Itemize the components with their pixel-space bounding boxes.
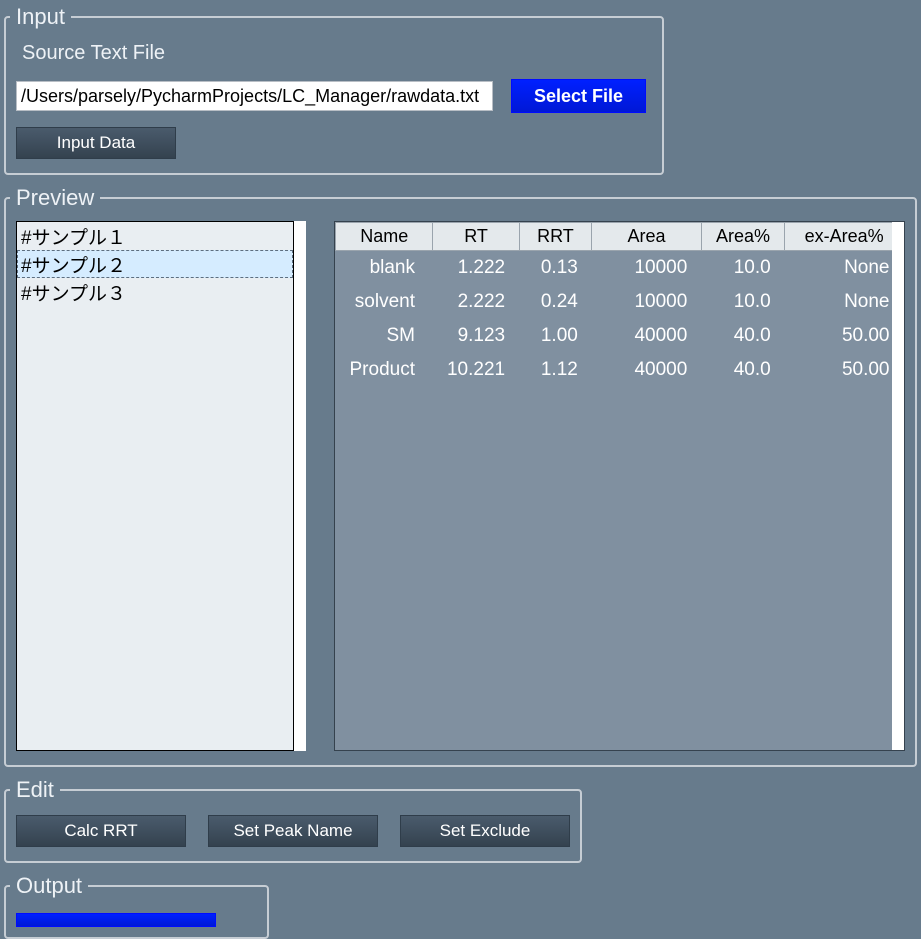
cell: 9.123 — [433, 319, 519, 353]
data-grid[interactable]: NameRTRRTAreaArea%ex-Area% blank1.2220.1… — [334, 221, 905, 751]
cell: 0.24 — [519, 285, 592, 319]
edit-group: Edit Calc RRT Set Peak Name Set Exclude — [4, 777, 582, 863]
cell: 10000 — [592, 285, 701, 319]
cell: 40.0 — [701, 319, 784, 353]
column-header[interactable]: RRT — [519, 223, 592, 251]
list-item[interactable]: #サンプル１ — [17, 222, 293, 250]
cell: 1.12 — [519, 353, 592, 387]
cell: 10.0 — [701, 285, 784, 319]
output-legend: Output — [10, 873, 88, 899]
listbox-scrollbar[interactable] — [294, 221, 306, 751]
list-item[interactable]: #サンプル２ — [17, 250, 293, 278]
source-file-path-input[interactable] — [16, 81, 493, 111]
input-data-button[interactable]: Input Data — [16, 127, 176, 159]
cell: SM — [336, 319, 433, 353]
input-legend: Input — [10, 4, 71, 30]
cell: None — [785, 251, 904, 286]
cell: 40.0 — [701, 353, 784, 387]
preview-legend: Preview — [10, 185, 100, 211]
edit-legend: Edit — [10, 777, 60, 803]
column-header[interactable]: RT — [433, 223, 519, 251]
preview-group: Preview #サンプル１#サンプル２#サンプル３ NameRTRRTArea… — [4, 185, 917, 767]
source-file-label: Source Text File — [22, 42, 652, 65]
column-header[interactable]: Area — [592, 223, 701, 251]
cell: 40000 — [592, 319, 701, 353]
cell: 50.00 — [785, 353, 904, 387]
cell: 10000 — [592, 251, 701, 286]
list-item[interactable]: #サンプル３ — [17, 278, 293, 306]
cell: 2.222 — [433, 285, 519, 319]
cell: solvent — [336, 285, 433, 319]
cell: 10.0 — [701, 251, 784, 286]
table-row[interactable]: SM9.1231.004000040.050.00 — [336, 319, 904, 353]
select-file-button[interactable]: Select File — [511, 79, 646, 113]
grid-scrollbar[interactable] — [892, 222, 904, 750]
column-header[interactable]: ex-Area% — [785, 223, 904, 251]
column-header[interactable]: Area% — [701, 223, 784, 251]
cell: 0.13 — [519, 251, 592, 286]
table-row[interactable]: blank1.2220.131000010.0None — [336, 251, 904, 286]
output-group: Output — [4, 873, 269, 939]
cell: 10.221 — [433, 353, 519, 387]
cell: 40000 — [592, 353, 701, 387]
output-button[interactable] — [16, 913, 216, 927]
table-row[interactable]: solvent2.2220.241000010.0None — [336, 285, 904, 319]
calc-rrt-button[interactable]: Calc RRT — [16, 815, 186, 847]
set-exclude-button[interactable]: Set Exclude — [400, 815, 570, 847]
cell: 50.00 — [785, 319, 904, 353]
cell: Product — [336, 353, 433, 387]
table-row[interactable]: Product10.2211.124000040.050.00 — [336, 353, 904, 387]
cell: None — [785, 285, 904, 319]
input-group: Input Source Text File Select File Input… — [4, 4, 664, 175]
cell: 1.00 — [519, 319, 592, 353]
sample-listbox[interactable]: #サンプル１#サンプル２#サンプル３ — [16, 221, 294, 751]
column-header[interactable]: Name — [336, 223, 433, 251]
cell: blank — [336, 251, 433, 286]
cell: 1.222 — [433, 251, 519, 286]
set-peak-name-button[interactable]: Set Peak Name — [208, 815, 378, 847]
